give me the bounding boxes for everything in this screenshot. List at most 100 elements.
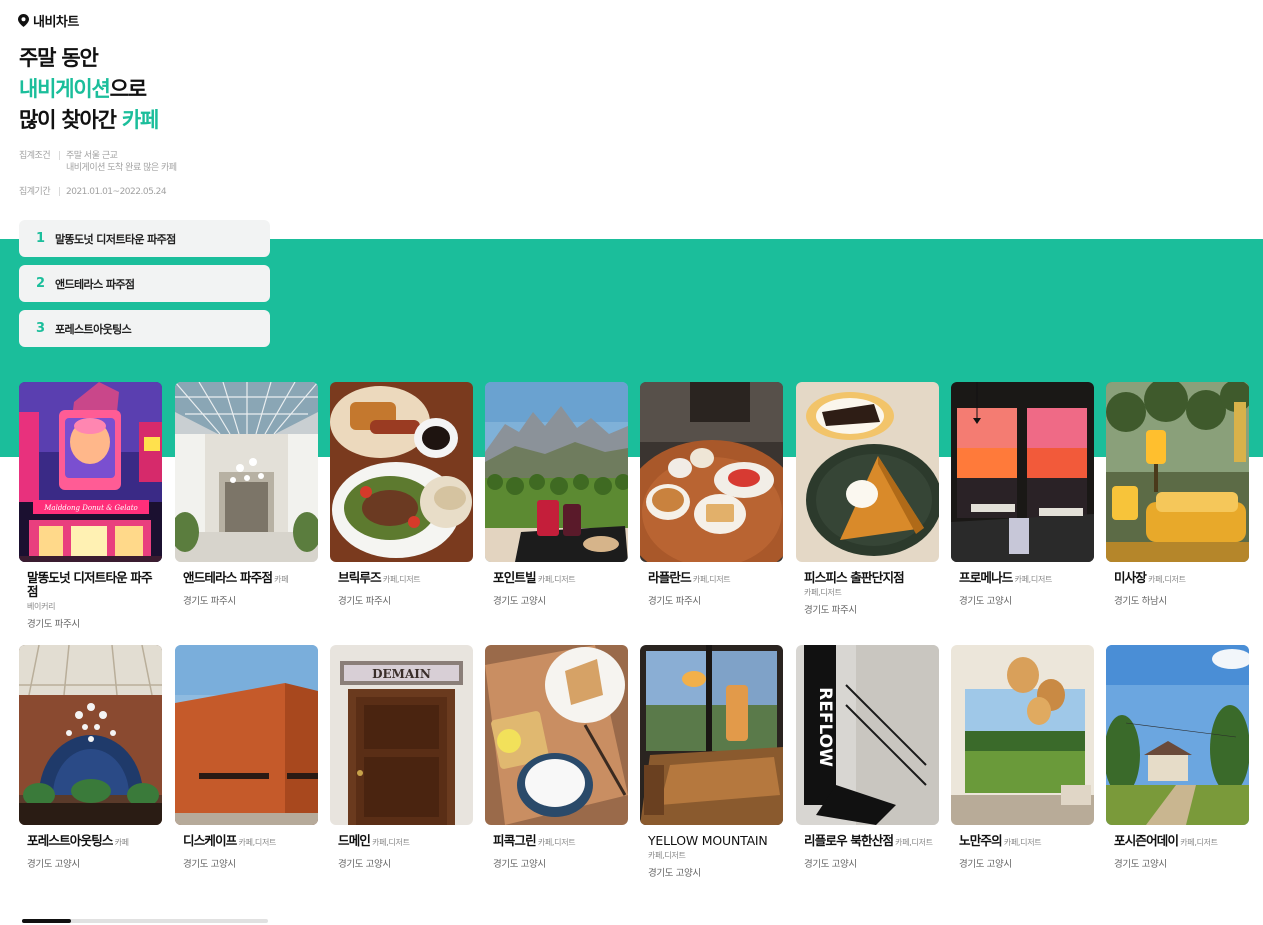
cafe-card-reflow[interactable]: REFLOW 리플로우 북한산점 카페,디저트 경기도 고양시 — [796, 645, 939, 870]
reflow-sign: REFLOW — [815, 687, 835, 767]
cafe-photo[interactable] — [1106, 645, 1249, 825]
cafe-card-piecepiece[interactable]: 피스피스 출판단지점 카페,디저트 경기도 파주시 — [796, 382, 939, 616]
cafe-category: 카페,디저트 — [895, 838, 933, 847]
cafe-card-fourseasonsaday[interactable]: 포시즌어데이 카페,디저트 경기도 고양시 — [1106, 645, 1249, 870]
cafe-category: 카페,디저트 — [1148, 575, 1186, 584]
cafe-photo[interactable] — [175, 645, 318, 825]
cafe-location: 경기도 하남시 — [1114, 596, 1167, 607]
cafe-location: 경기도 고양시 — [338, 859, 391, 870]
rank-item-2[interactable]: 2 앤드테라스 파주점 — [19, 265, 270, 302]
cafe-card-lapland[interactable]: 라플란드 카페,디저트 경기도 파주시 — [640, 382, 783, 607]
sunset-window-photo — [951, 382, 1094, 562]
pie-slice-photo — [796, 382, 939, 562]
scrollbar-thumb[interactable] — [22, 919, 72, 923]
cafe-photo[interactable] — [175, 382, 318, 562]
cafe-category: 베이커리 — [27, 602, 56, 611]
cafe-card-andterrace[interactable]: 앤드테라스 파주점 카페 경기도 파주시 — [175, 382, 318, 607]
dessert-table-photo — [640, 382, 783, 562]
rank-number: 1 — [36, 231, 46, 246]
cafe-photo[interactable] — [640, 645, 783, 825]
cafe-photo[interactable] — [951, 382, 1094, 562]
cafe-title: 포시즌어데이 — [1114, 833, 1179, 848]
cafe-title: 말똥도넛 디저트타운 파주점 — [27, 570, 153, 599]
cafe-category: 카페 — [274, 575, 289, 584]
cafe-title: 디스케이프 — [183, 833, 237, 848]
aggregation-conditions: 집계조건 | 주말 서울 근교 내비게이션 도착 완료 많은 카페 집계기간 |… — [19, 150, 177, 198]
cafe-title: 브릭루즈 — [338, 570, 382, 585]
headline-line2-rest: 으로 — [109, 77, 147, 101]
rank-number: 3 — [36, 321, 46, 336]
cafe-photo[interactable] — [485, 382, 628, 562]
cafe-card-misajang[interactable]: 미사장 카페,디저트 경기도 하남시 — [1106, 382, 1249, 607]
cafe-card-brickrouge[interactable]: 브릭루즈 카페,디저트 경기도 파주시 — [330, 382, 473, 607]
cafe-card-yellowmountain[interactable]: YELLOW MOUNTAIN 카페,디저트 경기도 고양시 — [640, 645, 783, 879]
cafe-photo[interactable]: DEMAIN — [330, 645, 473, 825]
window-lamps-photo — [951, 645, 1094, 825]
cafe-category: 카페,디저트 — [804, 588, 842, 597]
cafe-title: 앤드테라스 파주점 — [183, 570, 273, 585]
cafe-location: 경기도 고양시 — [959, 596, 1012, 607]
cafe-photo[interactable]: REFLOW — [796, 645, 939, 825]
cafe-location: 경기도 파주시 — [27, 619, 80, 630]
horizontal-scrollbar[interactable] — [22, 919, 268, 923]
cafe-title: 미사장 — [1114, 570, 1147, 585]
cafe-card-nomanjui[interactable]: 노만주의 카페,디저트 경기도 고양시 — [951, 645, 1094, 870]
cafe-photo[interactable] — [19, 645, 162, 825]
golden-interior-photo — [1106, 382, 1249, 562]
cafe-category: 카페,디저트 — [1003, 838, 1042, 847]
cafe-location: 경기도 파주시 — [648, 596, 701, 607]
cafe-title: 리플로우 북한산점 — [804, 833, 894, 848]
cafe-category: 카페,디저트 — [238, 838, 277, 847]
cafe-title: 드메인 — [338, 833, 371, 848]
glass-atrium-photo — [175, 382, 318, 562]
cafe-card-promenade[interactable]: 프로메나드 카페,디저트 경기도 고양시 — [951, 382, 1094, 607]
cafe-title: 라플란드 — [648, 570, 692, 585]
rank-item-1[interactable]: 1 말똥도넛 디저트타운 파주점 — [19, 220, 270, 257]
cafe-location: 경기도 고양시 — [27, 859, 80, 870]
wooden-door-photo: DEMAIN — [330, 645, 473, 825]
cafe-location: 경기도 고양시 — [493, 859, 546, 870]
cafe-location: 경기도 고양시 — [804, 859, 857, 870]
cafe-location: 경기도 고양시 — [1114, 859, 1167, 870]
cafe-card-demain[interactable]: DEMAIN 드메인 카페,디저트 경기도 고양시 — [330, 645, 473, 870]
cafe-card-peacockgreen[interactable]: 피콕그린 카페,디저트 경기도 고양시 — [485, 645, 628, 870]
cafe-title: 노만주의 — [959, 833, 1003, 848]
cafe-card-discape[interactable]: 디스케이프 카페,디저트 경기도 고양시 — [175, 645, 318, 870]
rank-name: 말똥도넛 디저트타운 파주점 — [55, 232, 176, 246]
cafe-photo[interactable] — [796, 382, 939, 562]
cafe-location: 경기도 고양시 — [959, 859, 1012, 870]
rank-name: 포레스트아웃팅스 — [55, 322, 132, 336]
brand-logo[interactable]: 내비차트 — [18, 11, 79, 30]
headline-line1: 주말 동안 — [19, 46, 99, 70]
cafe-category: 카페,디저트 — [537, 575, 576, 584]
cafe-category: 카페,디저트 — [1014, 575, 1053, 584]
cafe-photo[interactable]: Malddong Donut & Gelato — [19, 382, 162, 562]
cafe-location: 경기도 파주시 — [804, 605, 857, 616]
greenhouse-chandelier-photo — [19, 645, 162, 825]
cafe-photo[interactable] — [1106, 382, 1249, 562]
donut-sign: Malddong Donut & Gelato — [43, 504, 137, 512]
cafe-category: 카페,디저트 — [1180, 838, 1218, 847]
cafe-title: 피콕그린 — [493, 833, 537, 848]
staircase-banner-photo: REFLOW — [796, 645, 939, 825]
cafe-photo[interactable] — [640, 382, 783, 562]
cafe-photo[interactable] — [485, 645, 628, 825]
rank-item-3[interactable]: 3 포레스트아웃팅스 — [19, 310, 270, 347]
brunch-plate-photo — [330, 382, 473, 562]
cafe-photo[interactable] — [951, 645, 1094, 825]
cafe-card-forestoutings[interactable]: 포레스트아웃팅스 카페 경기도 고양시 — [19, 645, 162, 870]
page-headline: 주말 동안 내비게이션으로 많이 찾아간 카페 — [19, 43, 159, 136]
orange-building-photo — [175, 645, 318, 825]
cafe-card-malddong[interactable]: Malddong Donut & Gelato 말똥도넛 디저트타운 파주점 베… — [19, 382, 162, 630]
cafe-title: 프로메나드 — [959, 570, 1013, 585]
rank-number: 2 — [36, 276, 46, 291]
cafe-photo[interactable] — [330, 382, 473, 562]
mountain-view-photo — [485, 382, 628, 562]
cafe-category: 카페,디저트 — [692, 575, 731, 584]
headline-line3-rest: 많이 찾아간 — [19, 108, 122, 132]
map-pin-icon — [18, 14, 29, 27]
period-value: 2021.01.01~2022.05.24 — [66, 187, 167, 197]
cafe-card-pointville[interactable]: 포인트빌 카페,디저트 경기도 고양시 — [485, 382, 628, 607]
brand-name: 내비차트 — [33, 15, 79, 30]
period-separator: | — [58, 187, 61, 197]
